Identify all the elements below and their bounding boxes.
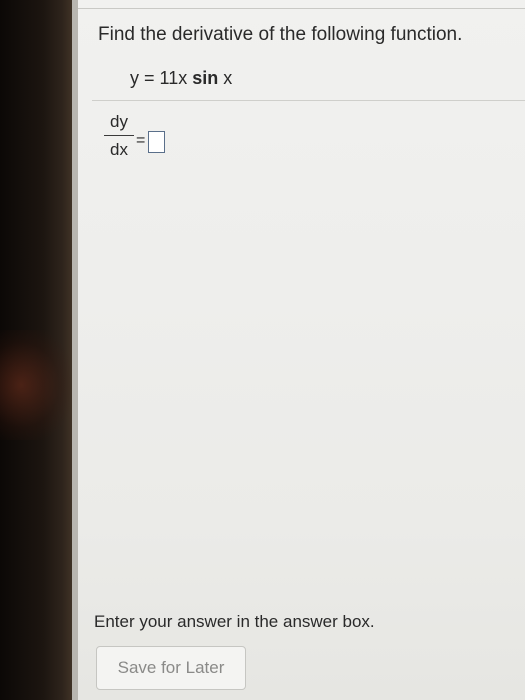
equation-lhs: y = 11x — [130, 68, 188, 88]
question-prompt: Find the derivative of the following fun… — [98, 24, 463, 45]
derivative-fraction: dy dx — [104, 112, 134, 160]
fraction-denominator: dx — [110, 140, 128, 159]
equation-argument: x — [223, 68, 233, 88]
equals-sign: = — [136, 132, 146, 149]
answer-input-box[interactable] — [148, 131, 165, 153]
fraction-bar — [104, 135, 134, 136]
answer-instruction: Enter your answer in the answer box. — [94, 612, 375, 631]
section-divider — [92, 100, 525, 101]
function-equation: y = 11x sin x — [130, 68, 232, 89]
bezel-reflection — [0, 330, 70, 440]
top-divider — [78, 8, 525, 9]
save-for-later-button[interactable]: Save for Later — [96, 646, 246, 690]
question-panel: Find the derivative of the following fun… — [72, 0, 525, 700]
fraction-numerator: dy — [110, 112, 128, 131]
monitor-bezel — [0, 0, 78, 700]
equation-function: sin — [192, 68, 219, 88]
